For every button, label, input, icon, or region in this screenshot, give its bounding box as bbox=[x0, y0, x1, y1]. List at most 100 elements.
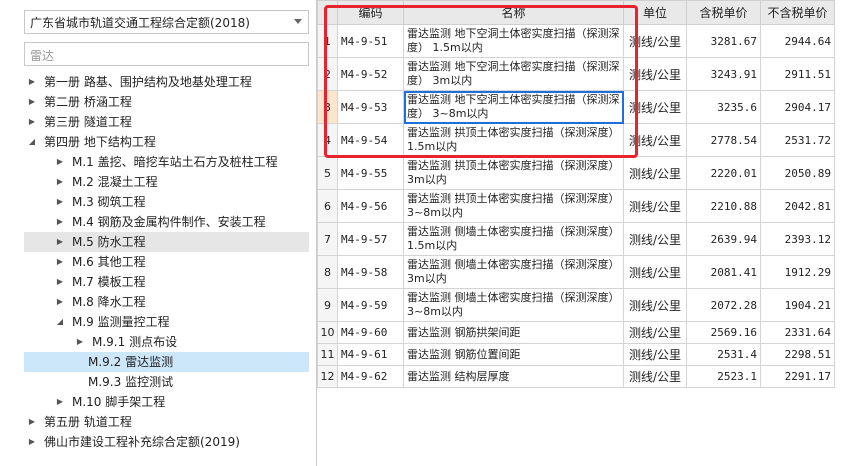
cell-name[interactable]: 雷达监测 钢筋拱架间距 bbox=[403, 321, 624, 344]
cell-price-tax[interactable]: 2072.28 bbox=[686, 288, 761, 322]
cell-name[interactable]: 雷达监测 侧墙土体密实度扫描（探测深度） 1.5m以内 bbox=[403, 222, 624, 256]
tree-item[interactable]: ▶ M.3 砌筑工程 bbox=[24, 192, 309, 212]
cell-name[interactable]: 雷达监测 拱顶土体密实度扫描（探测深度） 3m以内 bbox=[403, 156, 624, 190]
row-index[interactable]: 10 bbox=[317, 321, 338, 344]
cell-code[interactable]: M4-9-59 bbox=[337, 288, 404, 322]
cell-unit[interactable]: 测线/公里 bbox=[623, 343, 687, 366]
tree-item[interactable]: ▶ M.9.1 测点布设 bbox=[24, 332, 309, 352]
row-index[interactable]: 5 bbox=[317, 156, 338, 190]
cell-price-tax[interactable]: 2523.1 bbox=[686, 365, 761, 388]
cell-price-notax[interactable]: 2944.64 bbox=[760, 24, 835, 58]
cell-unit[interactable]: 测线/公里 bbox=[623, 321, 687, 344]
cell-name[interactable]: 雷达监测 地下空洞土体密实度扫描（探测深度） 3m以内 bbox=[403, 57, 624, 91]
cell-code[interactable]: M4-9-53 bbox=[337, 90, 404, 124]
cell-price-notax[interactable]: 2331.64 bbox=[760, 321, 835, 344]
tree-item[interactable]: ▶ M.4 钢筋及金属构件制作、安装工程 bbox=[24, 212, 309, 232]
tree-item[interactable]: M.9.3 监控测试 bbox=[24, 372, 309, 392]
row-index[interactable]: 6 bbox=[317, 189, 338, 223]
table-row[interactable]: 11 M4-9-61 雷达监测 钢筋位置间距 测线/公里 2531.4 2298.51 bbox=[317, 343, 835, 366]
table-row[interactable]: 6 M4-9-56 雷达监测 拱顶土体密实度扫描（探测深度） 3~8m以内 测线/公里… bbox=[317, 189, 835, 223]
cell-price-tax[interactable]: 2778.54 bbox=[686, 123, 761, 157]
tree-item[interactable]: ▶ 第三册 隧道工程 bbox=[24, 112, 309, 132]
tree-item[interactable]: ▶ M.1 盖挖、暗挖车站土石方及桩柱工程 bbox=[24, 152, 309, 172]
tree-item[interactable]: ▶ M.8 降水工程 bbox=[24, 292, 309, 312]
cell-code[interactable]: M4-9-60 bbox=[337, 321, 404, 344]
cell-price-notax[interactable]: 2042.81 bbox=[760, 189, 835, 223]
cell-price-tax[interactable]: 3281.67 bbox=[686, 24, 761, 58]
cell-unit[interactable]: 测线/公里 bbox=[623, 365, 687, 388]
expand-arrow-icon[interactable]: ▶ bbox=[54, 252, 66, 272]
tree-item[interactable]: ▶ M.5 防水工程 bbox=[24, 232, 309, 252]
cell-code[interactable]: M4-9-61 bbox=[337, 343, 404, 366]
cell-price-notax[interactable]: 2050.89 bbox=[760, 156, 835, 190]
cell-name[interactable]: 雷达监测 地下空洞土体密实度扫描（探测深度） 1.5m以内 bbox=[403, 24, 624, 58]
cell-price-tax[interactable]: 2220.01 bbox=[686, 156, 761, 190]
tree-item[interactable]: ◢ 第四册 地下结构工程 bbox=[24, 132, 309, 152]
expand-arrow-icon[interactable]: ▶ bbox=[54, 172, 66, 192]
cell-price-notax[interactable]: 1912.29 bbox=[760, 255, 835, 289]
cell-price-tax[interactable]: 2210.88 bbox=[686, 189, 761, 223]
table-row[interactable]: 8 M4-9-58 雷达监测 侧墙土体密实度扫描（探测深度） 3m以内 测线/公里 20… bbox=[317, 255, 835, 289]
cell-price-notax[interactable]: 2911.51 bbox=[760, 57, 835, 91]
table-row[interactable]: 2 M4-9-52 雷达监测 地下空洞土体密实度扫描（探测深度） 3m以内 测线/公里… bbox=[317, 57, 835, 91]
table-row[interactable]: 7 M4-9-57 雷达监测 侧墙土体密实度扫描（探测深度） 1.5m以内 测线/公里… bbox=[317, 222, 835, 256]
tree-item[interactable]: ▶ 第二册 桥涵工程 bbox=[24, 92, 309, 112]
expand-arrow-icon[interactable]: ▶ bbox=[54, 152, 66, 172]
cell-unit[interactable]: 测线/公里 bbox=[623, 24, 687, 58]
tree-item[interactable]: ▶ 佛山市建设工程补充综合定额(2019) bbox=[24, 432, 309, 452]
cell-unit[interactable]: 测线/公里 bbox=[623, 123, 687, 157]
table-row[interactable]: 3 M4-9-53 雷达监测 地下空洞土体密实度扫描（探测深度） 3~8m以内 测线/… bbox=[317, 90, 835, 124]
tree-item[interactable]: ▶ 第一册 路基、围护结构及地基处理工程 bbox=[24, 72, 309, 92]
expand-arrow-icon[interactable]: ▶ bbox=[26, 72, 38, 92]
tree-item[interactable]: ▶ M.10 脚手架工程 bbox=[24, 392, 309, 412]
cell-code[interactable]: M4-9-56 bbox=[337, 189, 404, 223]
cell-code[interactable]: M4-9-55 bbox=[337, 156, 404, 190]
cell-price-notax[interactable]: 2298.51 bbox=[760, 343, 835, 366]
table-row[interactable]: 9 M4-9-59 雷达监测 侧墙土体密实度扫描（探测深度） 3~8m以内 测线/公里… bbox=[317, 288, 835, 322]
cell-code[interactable]: M4-9-62 bbox=[337, 365, 404, 388]
cell-price-notax[interactable]: 2531.72 bbox=[760, 123, 835, 157]
cell-name[interactable]: 雷达监测 拱顶土体密实度扫描（探测深度） 3~8m以内 bbox=[403, 189, 624, 223]
cell-name[interactable]: 雷达监测 地下空洞土体密实度扫描（探测深度） 3~8m以内 bbox=[403, 90, 624, 124]
cell-name[interactable]: 雷达监测 拱顶土体密实度扫描（探测深度） 1.5m以内 bbox=[403, 123, 624, 157]
cell-unit[interactable]: 测线/公里 bbox=[623, 288, 687, 322]
expand-arrow-icon[interactable]: ▶ bbox=[74, 332, 86, 352]
table-row[interactable]: 1 M4-9-51 雷达监测 地下空洞土体密实度扫描（探测深度） 1.5m以内 测线/… bbox=[317, 24, 835, 58]
column-header-price-notax[interactable]: 不含税单价 bbox=[760, 0, 835, 25]
column-header-price-tax[interactable]: 含税单价 bbox=[686, 0, 761, 25]
row-index[interactable]: 4 bbox=[317, 123, 338, 157]
expand-arrow-icon[interactable]: ▶ bbox=[54, 212, 66, 232]
table-row[interactable]: 10 M4-9-60 雷达监测 钢筋拱架间距 测线/公里 2569.16 2331.64 bbox=[317, 321, 835, 344]
expand-arrow-icon[interactable]: ▶ bbox=[26, 112, 38, 132]
expand-arrow-icon[interactable]: ▶ bbox=[26, 432, 38, 452]
cell-name[interactable]: 雷达监测 钢筋位置间距 bbox=[403, 343, 624, 366]
cell-price-tax[interactable]: 2569.16 bbox=[686, 321, 761, 344]
chevron-down-icon[interactable] bbox=[294, 19, 302, 24]
column-header-name[interactable]: 名称 bbox=[403, 0, 624, 25]
row-index[interactable]: 8 bbox=[317, 255, 338, 289]
cell-price-notax[interactable]: 2393.12 bbox=[760, 222, 835, 256]
tree-item[interactable]: ▶ 第五册 轨道工程 bbox=[24, 412, 309, 432]
cell-name[interactable]: 雷达监测 侧墙土体密实度扫描（探测深度） 3~8m以内 bbox=[403, 288, 624, 322]
row-index[interactable]: 9 bbox=[317, 288, 338, 322]
collapse-arrow-icon[interactable]: ◢ bbox=[54, 312, 66, 332]
table-row[interactable]: 5 M4-9-55 雷达监测 拱顶土体密实度扫描（探测深度） 3m以内 测线/公里 22… bbox=[317, 156, 835, 190]
cell-name[interactable]: 雷达监测 结构层厚度 bbox=[403, 365, 624, 388]
expand-arrow-icon[interactable]: ▶ bbox=[54, 392, 66, 412]
tree-item[interactable]: ◢ M.9 监测量控工程 bbox=[24, 312, 309, 332]
column-header-code[interactable]: 编码 bbox=[337, 0, 404, 25]
row-index[interactable]: 3 bbox=[317, 90, 338, 124]
cell-code[interactable]: M4-9-57 bbox=[337, 222, 404, 256]
cell-price-notax[interactable]: 2291.17 bbox=[760, 365, 835, 388]
expand-arrow-icon[interactable]: ▶ bbox=[54, 272, 66, 292]
tree-item[interactable]: M.9.2 雷达监测 bbox=[24, 352, 309, 372]
row-index[interactable]: 7 bbox=[317, 222, 338, 256]
cell-unit[interactable]: 测线/公里 bbox=[623, 222, 687, 256]
cell-unit[interactable]: 测线/公里 bbox=[623, 57, 687, 91]
cell-unit[interactable]: 测线/公里 bbox=[623, 189, 687, 223]
cell-price-notax[interactable]: 2904.17 bbox=[760, 90, 835, 124]
tree-item[interactable]: ▶ M.6 其他工程 bbox=[24, 252, 309, 272]
column-header-unit[interactable]: 单位 bbox=[623, 0, 687, 25]
cell-price-notax[interactable]: 1904.21 bbox=[760, 288, 835, 322]
quota-library-dropdown[interactable]: 广东省城市轨道交通工程综合定额(2018) bbox=[24, 10, 309, 34]
